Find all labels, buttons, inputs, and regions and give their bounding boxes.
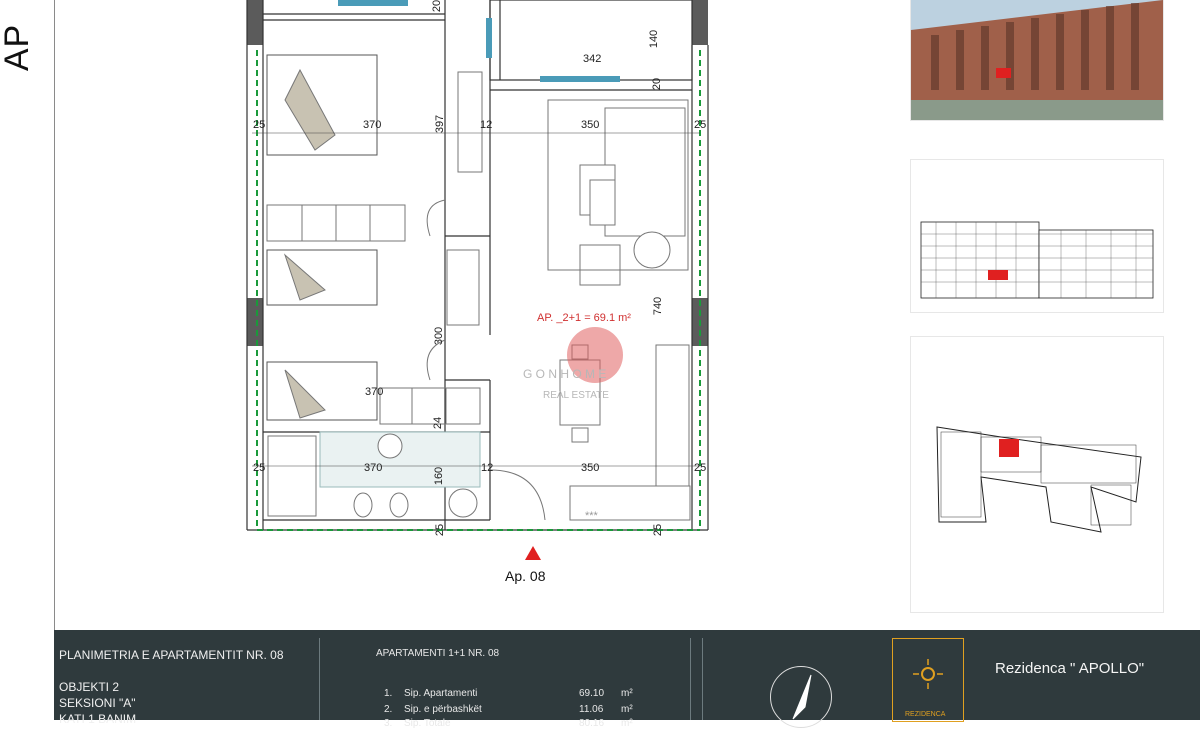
dim-350-bot: 350 xyxy=(581,462,600,474)
footer-title-block: PLANIMETRIA E APARTAMENTIT NR. 08 OBJEKT… xyxy=(54,630,1200,729)
site-plan-drawing xyxy=(936,426,1142,533)
section-label: SEKSIONI "A" xyxy=(59,696,136,710)
counter-stars: *** xyxy=(585,510,598,522)
dim-342: 342 xyxy=(583,53,602,65)
row-2-value: 11.06 xyxy=(579,704,604,715)
footer-divider xyxy=(319,638,320,720)
brand-name: Rezidenca " APOLLO" xyxy=(995,660,1145,677)
row-2-unit: m² xyxy=(621,704,633,715)
footer-divider-2 xyxy=(690,638,691,720)
dim-350-top: 350 xyxy=(581,119,600,131)
object-label: OBJEKTI 2 xyxy=(59,680,120,694)
building-photo xyxy=(911,0,1163,120)
dim-300: 300 xyxy=(433,326,446,346)
logo-text: REZIDENCA xyxy=(905,711,946,718)
row-1-label: Sip. Apartamenti xyxy=(404,688,478,699)
row-1-num: 1. xyxy=(384,688,393,699)
dim-24: 24 xyxy=(432,416,445,430)
watermark-sub: REAL ESTATE xyxy=(543,390,609,401)
apt-heading: APARTAMENTI 1+1 NR. 08 xyxy=(376,648,500,659)
apartment-marker-label: Ap. 08 xyxy=(505,568,546,584)
row-2-num: 2. xyxy=(384,704,393,715)
dim-20-mid: 20 xyxy=(651,77,664,91)
elevation-panel xyxy=(911,160,1163,312)
row-1-value: 69.10 xyxy=(579,688,605,699)
floor-plan xyxy=(246,0,709,531)
dim-25-left-top: 25 xyxy=(253,119,266,131)
row-2-label: Sip. e përbashkët xyxy=(404,704,482,715)
elevation-drawing xyxy=(920,221,1154,299)
watermark-brand: G O N H O M E xyxy=(523,367,607,381)
dim-25-bottom-left: 25 xyxy=(434,523,447,537)
dim-12-bot: 12 xyxy=(481,462,494,474)
plan-title: PLANIMETRIA E APARTAMENTIT NR. 08 xyxy=(59,648,284,662)
entrance-marker-icon xyxy=(525,546,541,560)
dim-25-bottom-right: 25 xyxy=(652,523,665,537)
north-arrow-icon xyxy=(770,666,832,728)
dim-140: 140 xyxy=(648,29,661,49)
site-plan-panel xyxy=(911,337,1163,612)
dim-20-top: 20 xyxy=(431,0,444,13)
dim-370-mid: 370 xyxy=(365,386,384,398)
area-label: AP. _2+1 = 69.1 m² xyxy=(537,312,631,324)
dim-740: 740 xyxy=(652,296,665,316)
dim-25-right-bot: 25 xyxy=(694,462,707,474)
footer-divider-3 xyxy=(702,638,703,720)
dim-397: 397 xyxy=(434,114,447,134)
dim-160: 160 xyxy=(433,466,446,486)
building-photo-panel xyxy=(911,0,1163,120)
dim-370-bot: 370 xyxy=(364,462,383,474)
floor-label: KATI 1 BANIM xyxy=(59,712,137,726)
residence-logo: REZIDENCA xyxy=(892,638,964,722)
row-1-unit: m² xyxy=(621,688,633,699)
dim-12-top: 12 xyxy=(480,119,493,131)
dim-370-top: 370 xyxy=(363,119,382,131)
sun-logo-icon xyxy=(913,659,943,689)
dim-25-right-top: 25 xyxy=(694,119,707,131)
dim-25-left-bot: 25 xyxy=(253,462,266,474)
